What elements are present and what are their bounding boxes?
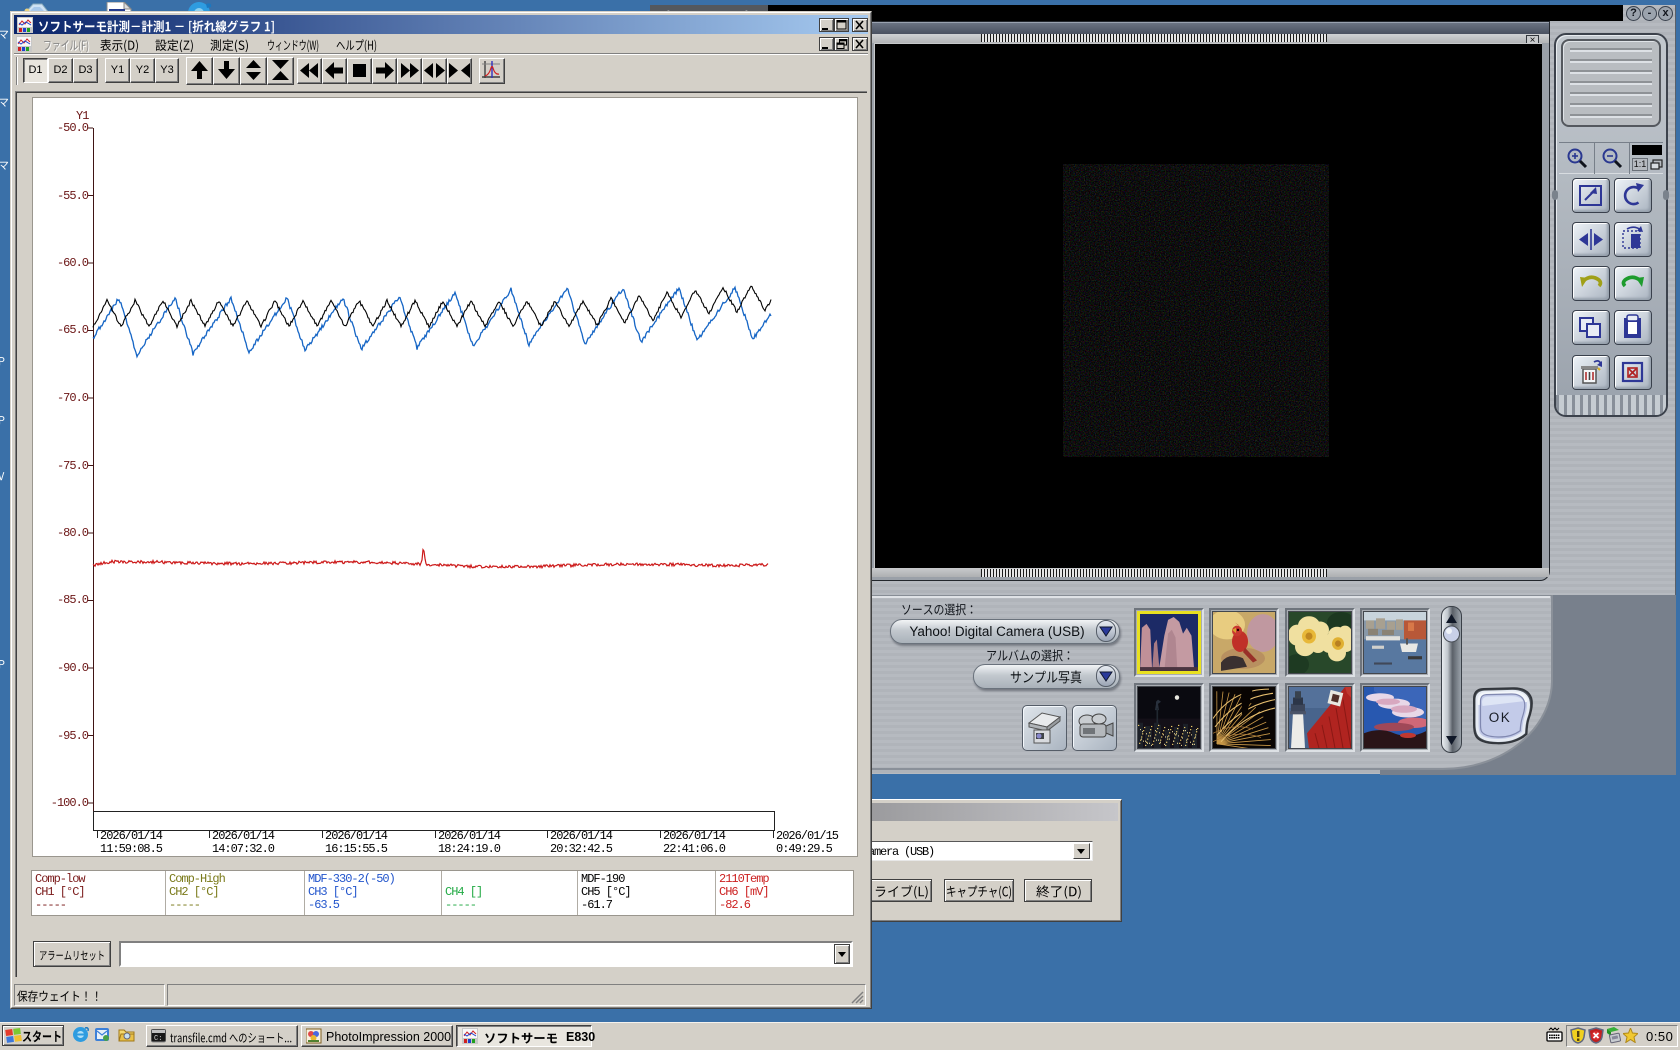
svg-text:C:: C: bbox=[154, 1035, 162, 1043]
svg-text:OK: OK bbox=[1489, 710, 1512, 725]
